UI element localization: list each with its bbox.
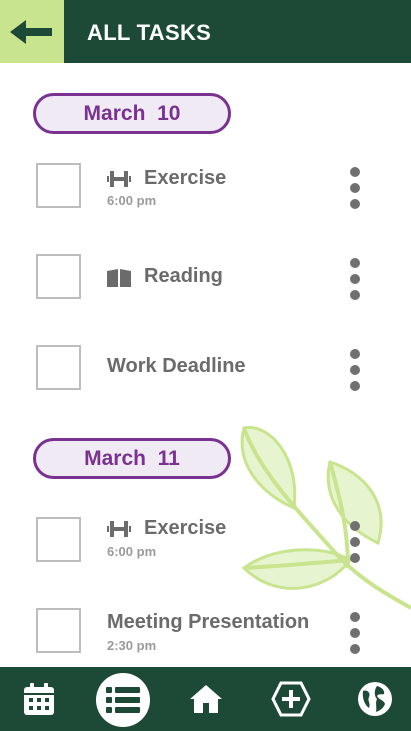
task-menu-button[interactable] [345,258,365,300]
calendar-icon [24,683,54,715]
list-icon [106,687,140,713]
dumbbell-icon [107,171,131,187]
page-title: ALL TASKS [87,20,212,45]
task-time: 2:30 pm [107,638,157,653]
task-menu-button[interactable] [345,167,365,209]
dumbbell-icon [107,521,131,537]
app-header: ALL TASKS [0,0,411,63]
task-menu-button[interactable] [345,349,365,391]
book-icon [107,269,131,287]
task-row: Reading [0,254,411,304]
arrow-left-icon [10,19,52,44]
task-title: Reading [144,265,223,287]
task-title: Exercise [144,167,227,189]
task-title: Work Deadline [107,355,246,377]
task-row: Exercise 6:00 pm [0,517,411,567]
task-row: Work Deadline [0,345,411,395]
date-header-march-10: March 10 [33,93,231,134]
nav-list-button[interactable] [96,673,150,727]
task-checkbox[interactable] [36,345,81,390]
task-title: Exercise [144,517,227,539]
bottom-nav [0,667,411,731]
add-hexagon-icon [271,681,311,717]
task-checkbox[interactable] [36,608,81,653]
nav-calendar-button[interactable] [7,667,71,731]
task-checkbox[interactable] [36,517,81,562]
task-title: Meeting Presentation [107,611,310,633]
task-time: 6:00 pm [107,193,157,208]
nav-add-button[interactable] [259,667,323,731]
nav-globe-button[interactable] [343,667,407,731]
task-checkbox[interactable] [36,163,81,208]
task-row: Exercise 6:00 pm [0,163,411,213]
globe-icon [358,682,392,716]
task-menu-button[interactable] [345,521,365,563]
back-button[interactable] [0,0,64,63]
task-menu-button[interactable] [345,612,365,654]
task-row: Meeting Presentation 2:30 pm [0,608,411,658]
task-time: 6:00 pm [107,544,157,559]
home-icon [190,685,222,713]
task-checkbox[interactable] [36,254,81,299]
nav-home-button[interactable] [174,667,238,731]
date-header-march-11: March 11 [33,438,231,479]
